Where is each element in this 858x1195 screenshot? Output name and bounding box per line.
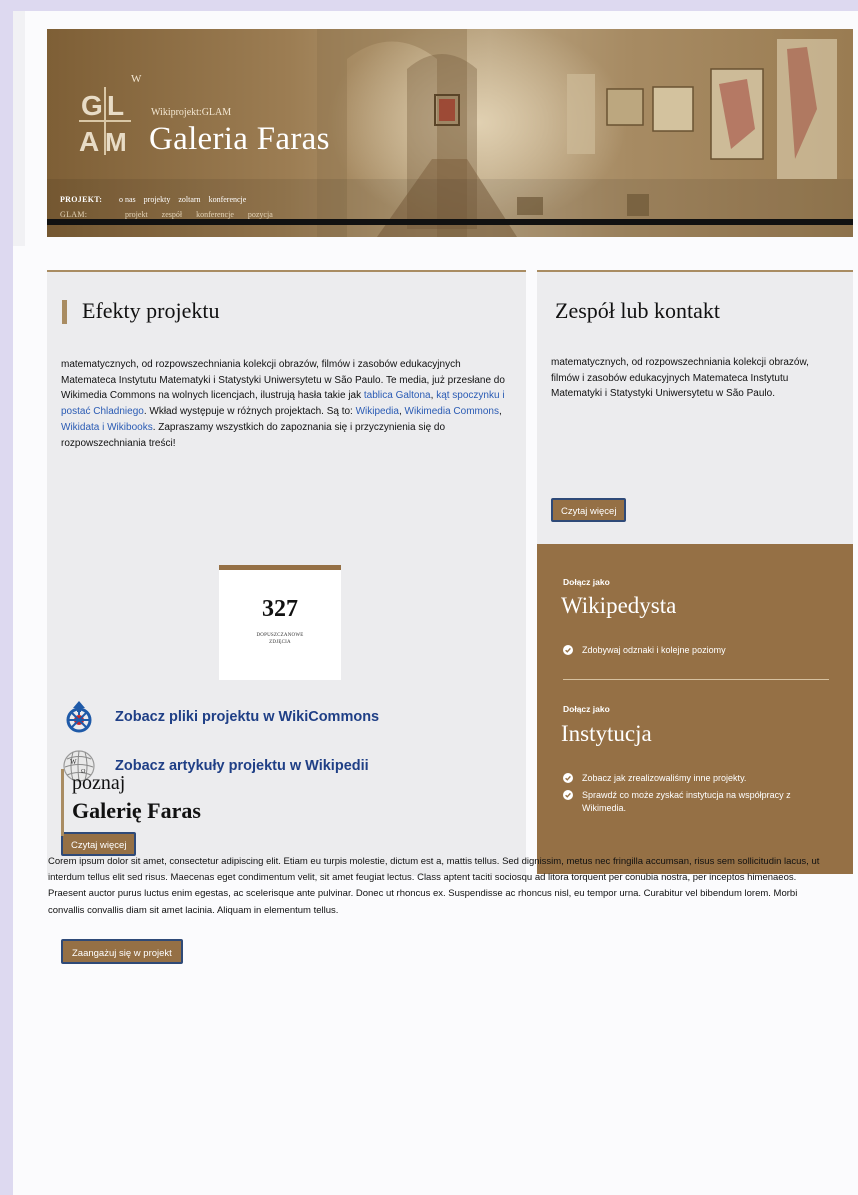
institution-benefit-text-2: Sprawdź co może zyskać instytucja na wsp… <box>582 790 791 813</box>
svg-text:G: G <box>81 90 103 121</box>
about-title: Galerię Faras <box>72 798 201 823</box>
photo-count-stat: 327 DOPUSZCZANOWE ZDJĘCIA <box>219 565 341 680</box>
site-title[interactable]: Galeria Faras <box>149 121 330 158</box>
wikipedian-benefit-text: Zdobywaj odznaki i kolejne poziomy <box>582 645 726 655</box>
effects-accent-bar <box>62 300 67 324</box>
effects-sep-3: , <box>499 406 502 418</box>
join-divider <box>563 679 829 680</box>
nav-item-zoltarn[interactable]: zoltarn <box>178 195 200 204</box>
effects-description: matematycznych, od rozpowszechniania kol… <box>61 357 513 451</box>
glam-nav-item-konferencje[interactable]: konferencje <box>196 210 234 219</box>
site-subtitle[interactable]: Wikiprojekt:GLAM <box>151 107 231 118</box>
page: G L A M W Wikiprojekt:GLAM Galeria Faras… <box>13 11 858 1195</box>
wikipedian-benefit-item: Zdobywaj odznaki i kolejne poziomy <box>563 644 726 657</box>
commons-link[interactable]: Zobacz pliki projektu w WikiCommons <box>61 700 379 734</box>
wikipedia-link-text[interactable]: Zobacz artykuły projektu w Wikipedii <box>115 758 369 774</box>
glam-nav-item-zespol[interactable]: zespół <box>162 210 182 219</box>
engage-button[interactable]: Zaangażuj się w projekt <box>61 939 183 964</box>
commons-link-text[interactable]: Zobacz pliki projektu w WikiCommons <box>115 709 379 725</box>
project-nav: PROJEKT: o nas projekty zoltarn konferen… <box>60 195 252 204</box>
glam-nav: GLAM: projekt zespół konferencje pozycja <box>60 210 285 219</box>
wikimedia-commons-icon <box>66 701 92 733</box>
about-accent-bar <box>61 769 64 836</box>
effects-read-more-button[interactable]: Czytaj więcej <box>61 832 137 856</box>
glam-nav-item-pozycja[interactable]: pozycja <box>248 210 273 219</box>
institution-benefit-item-1[interactable]: Zobacz jak zrealizowaliśmy inne projekty… <box>563 772 833 785</box>
nav-item-o-nas[interactable]: o nas <box>119 195 136 204</box>
check-circle-icon <box>563 773 573 783</box>
join-institution-title[interactable]: Instytucja <box>561 721 652 747</box>
check-circle-icon <box>563 645 573 655</box>
institution-benefit-text-1: Zobacz jak zrealizowaliśmy inne projekty… <box>582 773 747 783</box>
svg-text:W: W <box>70 758 77 766</box>
effects-heading: Efekty projektu <box>82 298 220 323</box>
about-pretitle: poznaj <box>72 772 126 794</box>
team-description: matematycznych, od rozpowszechniania kol… <box>551 357 809 400</box>
team-read-more-button[interactable]: Czytaj więcej <box>551 498 627 522</box>
glam-nav-label: GLAM: <box>60 210 88 219</box>
join-wikipedian-title[interactable]: Wikipedysta <box>561 593 676 619</box>
glam-nav-item-projekt[interactable]: projekt <box>125 210 148 219</box>
photo-count-value: 327 <box>262 596 298 622</box>
project-nav-label: PROJEKT: <box>60 195 103 204</box>
link-tablica-galtona[interactable]: tablica Galtona <box>364 390 431 401</box>
side-strip <box>13 11 25 246</box>
link-wikimedia-commons[interactable]: Wikimedia Commons <box>405 406 499 417</box>
svg-text:L: L <box>107 90 124 121</box>
institution-benefit-item-2[interactable]: Sprawdź co może zyskać instytucja na wsp… <box>563 789 813 815</box>
check-circle-icon <box>563 790 573 800</box>
effects-text-2: . Wkład występuje w różnych projektach. … <box>143 406 356 418</box>
banner-divider <box>47 219 853 225</box>
join-wikipedian-kicker: Dołącz jako <box>563 577 610 587</box>
logo-superscript: W <box>131 73 142 85</box>
svg-text:A: A <box>79 126 99 157</box>
header-banner: G L A M W Wikiprojekt:GLAM Galeria Faras… <box>47 29 853 237</box>
link-wikidata-wikibooks[interactable]: Wikidata i Wikibooks <box>61 422 153 433</box>
glam-logo-icon: G L A M <box>79 87 131 157</box>
team-contact-card: Zespół lub kontakt matematycznych, od ro… <box>537 270 853 546</box>
join-institution-kicker: Dołącz jako <box>563 704 610 714</box>
svg-text:M: M <box>105 127 127 157</box>
team-heading: Zespół lub kontakt <box>555 298 720 323</box>
photo-count-label: DOPUSZCZANOWE ZDJĘCIA <box>256 633 304 645</box>
nav-item-projekty[interactable]: projekty <box>144 195 171 204</box>
link-wikipedia[interactable]: Wikipedia <box>356 406 399 417</box>
join-card: Dołącz jako Wikipedysta Zdobywaj odznaki… <box>537 544 853 874</box>
about-body: Corem ipsum dolor sit amet, consectetur … <box>48 856 820 916</box>
nav-item-konferencje[interactable]: konferencje <box>209 195 247 204</box>
